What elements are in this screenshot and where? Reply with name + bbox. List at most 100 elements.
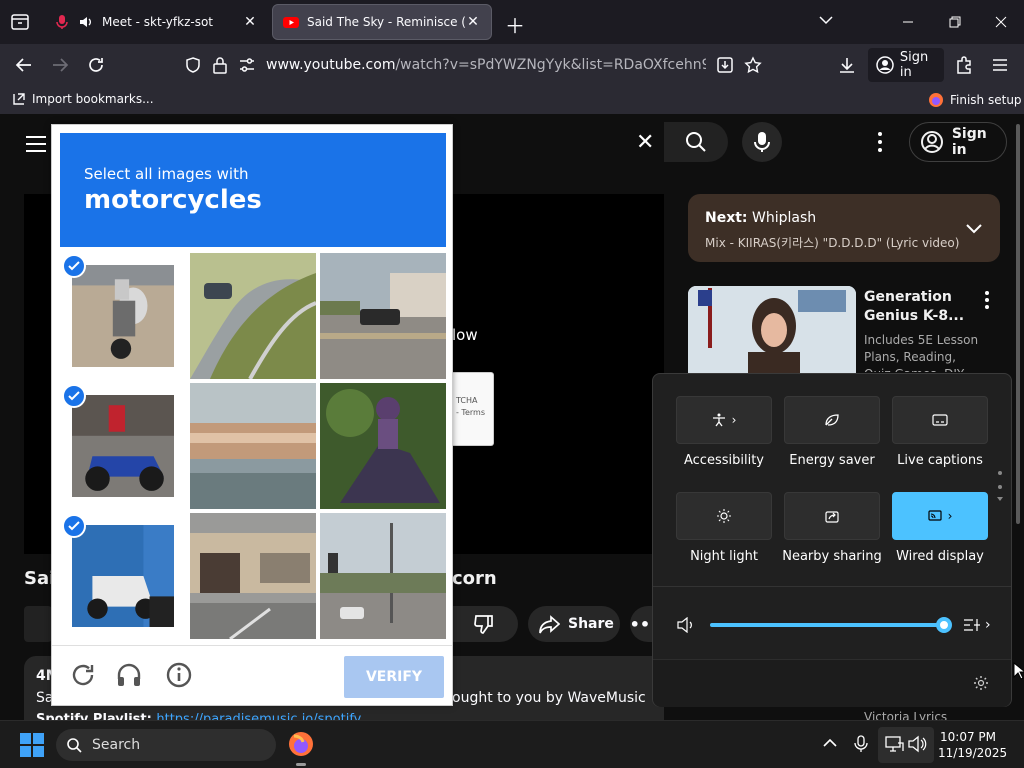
playlist-label: Spotify Playlist:	[36, 712, 157, 720]
recaptcha-badge-label: TCHA	[456, 396, 478, 405]
tile-image-intersection	[320, 513, 446, 639]
extensions-button[interactable]	[952, 53, 976, 77]
mic-recording-icon	[56, 15, 68, 29]
audio-output-button[interactable]: ›	[963, 616, 991, 634]
url-path: /watch?v=sPdYWZNgYyk&list=RDaOXfcehn968&…	[395, 57, 706, 73]
night-light-label: Night light	[690, 549, 758, 564]
downloads-button[interactable]	[835, 53, 859, 77]
all-settings-button[interactable]	[973, 675, 989, 695]
thumbs-down-icon	[474, 615, 493, 634]
speaker-icon	[677, 616, 692, 634]
search-button[interactable]	[664, 122, 728, 162]
clear-search-icon[interactable]: ✕	[636, 130, 654, 155]
bookmark-star-icon[interactable]	[744, 56, 762, 74]
signin-label: Sign in	[951, 126, 987, 158]
minimize-button[interactable]	[893, 8, 923, 36]
volume-icon-wrap	[908, 735, 928, 757]
wired-display-toggle[interactable]: ›	[892, 492, 988, 540]
taskbar-search[interactable]: Search	[56, 729, 276, 761]
expand-playlist-button[interactable]	[964, 218, 984, 242]
image-tile-6[interactable]	[320, 383, 446, 509]
recommendation-title[interactable]: Generation Genius K-8...	[864, 288, 974, 326]
dislike-button[interactable]	[450, 606, 518, 642]
volume-slider-track[interactable]	[710, 623, 944, 627]
recommendation-menu-button[interactable]	[983, 290, 991, 314]
video-title-end: corn	[452, 568, 497, 589]
recaptcha-badge-terms[interactable]: - Terms	[456, 407, 491, 419]
wired-display-label: Wired display	[896, 549, 984, 564]
firefox-signin-button[interactable]: Sign in	[868, 48, 944, 82]
energy-saver-toggle[interactable]	[784, 396, 880, 444]
youtube-signin-button[interactable]: Sign in	[909, 122, 1007, 162]
page-dots-icon	[997, 471, 1003, 501]
tile-selected-check-icon	[62, 254, 86, 278]
maximize-button[interactable]	[940, 8, 970, 36]
sound-output-icon	[964, 619, 980, 631]
help-button[interactable]	[164, 660, 194, 690]
volume-slider-thumb[interactable]	[936, 617, 952, 633]
up-next-panel[interactable]: Next: Whiplash Mix - KIIRAS(키라스) "D.D.D.…	[688, 194, 1000, 262]
list-all-tabs-button[interactable]	[816, 10, 836, 34]
chevron-right-icon: ›	[947, 509, 953, 523]
close-tab-icon[interactable]: ✕	[242, 14, 258, 30]
account-icon	[921, 131, 943, 153]
recommendation-channel: Victoria Lyrics	[864, 710, 948, 720]
voice-search-button[interactable]	[742, 122, 782, 162]
tab-youtube[interactable]: Said The Sky - Reminisce (Lyrics ✕	[272, 4, 492, 40]
nearby-sharing-toggle[interactable]	[784, 492, 880, 540]
reload-button[interactable]	[84, 53, 108, 77]
share-button[interactable]: Share	[528, 606, 620, 642]
lock-icon[interactable]	[212, 56, 228, 74]
mic-in-use-button[interactable]	[854, 735, 868, 757]
permissions-icon[interactable]	[238, 57, 256, 73]
quick-settings-pager[interactable]	[997, 470, 1003, 514]
playlist-link[interactable]: https://paradisemusic.io/spotify	[156, 712, 361, 720]
description-line-end: ought to you by WaveMusic	[452, 690, 646, 706]
night-light-toggle[interactable]	[676, 492, 772, 540]
spotify-playlist-line: Spotify Playlist: https://paradisemusic.…	[36, 712, 361, 720]
start-button[interactable]	[20, 733, 44, 757]
new-tab-button[interactable]: ＋	[505, 10, 525, 39]
search-box[interactable]: ✕	[450, 122, 728, 162]
challenge-instruction: Select all images with	[84, 165, 249, 183]
challenge-header: Select all images with motorcycles	[60, 133, 446, 247]
finish-setup-button[interactable]: Finish setup	[928, 92, 1022, 108]
video-overlay-text: low	[452, 326, 478, 344]
show-hidden-icons-button[interactable]	[822, 735, 838, 755]
taskbar-clock[interactable]: 10:07 PM 11/19/2025	[938, 729, 1008, 761]
clock-date: 11/19/2025	[938, 746, 1008, 760]
cursor-arrow-icon	[1013, 661, 1024, 680]
import-bookmarks-button[interactable]: Import bookmarks...	[12, 92, 154, 106]
tab-title: Meet - skt-yfkz-sot	[102, 15, 214, 29]
audio-challenge-button[interactable]	[114, 660, 144, 690]
image-tile-3[interactable]	[320, 253, 446, 379]
firefox-taskbar-button[interactable]	[288, 731, 314, 757]
accessibility-toggle[interactable]: ›	[676, 396, 772, 444]
reader-view-icon[interactable]	[716, 56, 734, 74]
tab-list-button[interactable]	[8, 10, 32, 34]
recommendation-thumbnail[interactable]	[688, 286, 856, 380]
captions-icon	[932, 414, 948, 426]
page-scrollbar[interactable]	[1016, 124, 1020, 524]
close-tab-icon[interactable]: ✕	[465, 14, 481, 30]
close-window-button[interactable]	[986, 8, 1016, 36]
image-tile-2[interactable]	[190, 253, 316, 379]
reload-challenge-button[interactable]	[68, 660, 98, 690]
settings-menu-button[interactable]	[876, 130, 884, 158]
url-bar[interactable]: www.youtube.com/watch?v=sPdYWZNgYyk&list…	[176, 49, 772, 81]
volume-mute-button[interactable]	[677, 616, 695, 637]
network-icon-wrap	[884, 735, 904, 757]
image-tile-8[interactable]	[190, 513, 316, 639]
tab-meet[interactable]: Meet - skt-yfkz-sot ✕	[44, 4, 268, 40]
back-button[interactable]	[12, 53, 36, 77]
tracking-shield-icon[interactable]	[184, 56, 202, 74]
guide-menu-button[interactable]	[24, 132, 48, 160]
live-captions-toggle[interactable]	[892, 396, 988, 444]
image-tile-5[interactable]	[190, 383, 316, 509]
channel-avatar[interactable]	[24, 606, 52, 642]
image-tile-9[interactable]	[320, 513, 446, 639]
forward-button[interactable]	[48, 53, 72, 77]
navigation-toolbar: www.youtube.com/watch?v=sPdYWZNgYyk&list…	[0, 44, 1024, 86]
app-menu-button[interactable]	[988, 53, 1012, 77]
verify-button[interactable]: VERIFY	[344, 656, 444, 698]
